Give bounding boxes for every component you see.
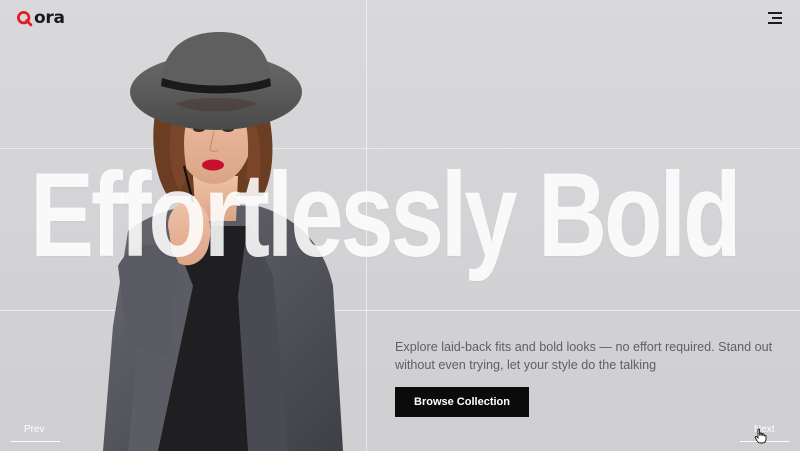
- browse-collection-button[interactable]: Browse Collection: [395, 387, 529, 417]
- hero-slide: ora Effortlessly Bold Explore laid-back …: [0, 0, 800, 451]
- brand-logo[interactable]: ora: [16, 8, 65, 28]
- slider-prev-button[interactable]: Prev: [10, 424, 60, 442]
- hand-pointer-cursor-icon: [754, 428, 767, 444]
- hero-headline: Effortlessly Bold: [30, 148, 742, 282]
- hero-description: Explore laid-back fits and bold looks — …: [395, 340, 773, 372]
- logo-mark-icon: [17, 10, 33, 26]
- hamburger-menu-icon[interactable]: [768, 12, 782, 24]
- logo-text: ora: [34, 8, 65, 28]
